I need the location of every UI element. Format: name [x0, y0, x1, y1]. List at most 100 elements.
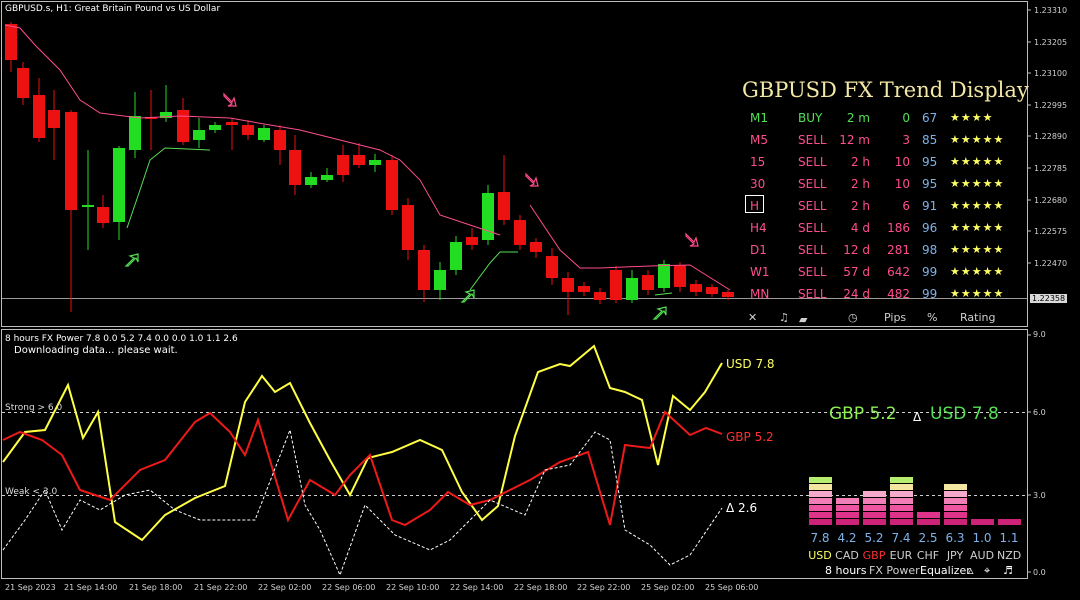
trend-pips: 0	[902, 111, 910, 125]
price-tick-label: 1.22785	[1034, 164, 1068, 173]
currency-value: 1.0	[972, 531, 992, 545]
candle-body	[706, 287, 718, 294]
trend-stars: ★★★★★	[950, 177, 1005, 190]
price-tick-label: 1.22890	[1034, 132, 1068, 141]
trend-signal: SELL	[798, 243, 827, 257]
candle-body	[418, 250, 430, 290]
equalizer-segment	[809, 498, 832, 504]
power-tick-label: 0.0	[1033, 568, 1046, 577]
trend-signal: SELL	[798, 221, 827, 235]
time-tick-label: 21 Sep 2023	[5, 583, 56, 592]
trend-pips: 186	[887, 221, 910, 235]
clock-icon[interactable]: ◷	[848, 311, 858, 324]
equalizer-label[interactable]: Equalizer	[920, 564, 971, 577]
equalizer-segment	[890, 491, 913, 497]
trend-age: 4 d	[850, 221, 870, 235]
candle-body	[82, 205, 94, 207]
candle-body	[562, 278, 574, 292]
trend-stars: ★★★★★	[950, 265, 1005, 278]
currency-name: CAD	[835, 549, 859, 562]
equalizer-segment	[863, 519, 886, 525]
time-tick-label: 25 Sep 02:00	[641, 583, 695, 592]
currency-value: 1.1	[999, 531, 1019, 545]
currency-name: AUD	[970, 549, 995, 562]
trend-row: M1 BUY 2 m 0 67 ★★★★	[742, 111, 1027, 133]
equalizer-segment	[809, 477, 832, 483]
trend-timeframe: MN	[750, 287, 770, 301]
rating-header: Rating	[960, 311, 996, 324]
selected-timeframe-box[interactable]	[745, 195, 764, 213]
candle-body	[658, 264, 670, 288]
candle-body	[450, 242, 462, 270]
buy-arrow-icon	[124, 253, 139, 267]
equalizer-segment	[890, 498, 913, 504]
trend-percent: 98	[922, 243, 938, 257]
sell-arrow-icon	[685, 232, 699, 247]
candle-body	[209, 125, 221, 130]
equalizer-segment	[809, 484, 832, 490]
music-icon[interactable]: ♫	[779, 311, 789, 324]
currency-name: USD	[808, 549, 832, 562]
sell-arrow-icon	[525, 172, 539, 187]
trend-signal: SELL	[798, 177, 827, 191]
trend-row: M5 SELL 12 m 3 85 ★★★★★	[742, 133, 1027, 155]
trend-percent: 67	[922, 111, 938, 125]
trend-timeframe: M5	[750, 133, 768, 147]
candle-body	[386, 160, 398, 210]
crosshair-icon[interactable]: ⌖	[984, 564, 990, 578]
trend-row: 30 SELL 2 h 10 95 ★★★★★	[742, 177, 1027, 199]
trend-age: 2 h	[850, 199, 870, 213]
price-tick-label: 1.22470	[1034, 259, 1068, 268]
close-icon[interactable]: ✕	[748, 311, 757, 324]
currency-value: 5.2	[864, 531, 884, 545]
power-tick-label: 3.0	[1033, 491, 1046, 500]
strong-level-label: Strong > 6.0	[5, 403, 63, 413]
period-label[interactable]: 8 hours	[825, 564, 866, 577]
equalizer-segment	[971, 519, 994, 525]
trend-signal: SELL	[798, 287, 827, 301]
status-text: Downloading data... please wait.	[14, 345, 178, 356]
time-tick-label: 21 Sep 18:00	[129, 583, 183, 592]
music-note-icon[interactable]: ♬	[1003, 564, 1013, 577]
candle-body	[321, 175, 333, 180]
price-tick-label: 1.22575	[1034, 227, 1068, 236]
trend-percent: 85	[922, 133, 938, 147]
trend-percent: 95	[922, 177, 938, 191]
equalizer-segment	[890, 519, 913, 525]
equalizer-segment	[998, 519, 1021, 525]
equalizer-segment	[944, 484, 967, 490]
support-line	[654, 292, 673, 296]
weak-level-label: Weak < 3.0	[5, 487, 58, 497]
line-tool-icon[interactable]: ▰	[799, 313, 807, 326]
time-tick-label: 22 Sep 18:00	[514, 583, 568, 592]
trend-signal: BUY	[798, 111, 823, 125]
trend-timeframe: 15	[750, 155, 766, 169]
trend-percent: 95	[922, 155, 938, 169]
headline-gbp: GBP 5.2	[829, 404, 897, 424]
currency-value: 7.4	[891, 531, 911, 545]
candle-body	[177, 110, 189, 142]
candle-body	[305, 177, 317, 185]
candle-body	[610, 270, 622, 300]
indicator-name: FX Power	[869, 564, 920, 577]
currency-value: 6.3	[945, 531, 965, 545]
price-tick-label: 1.23310	[1034, 6, 1068, 15]
equalizer-segment	[890, 512, 913, 518]
currency-name: NZD	[997, 549, 1022, 562]
currency-name: JPY	[946, 549, 964, 562]
candle-body	[97, 207, 109, 223]
delta-line-label: Δ 2.6	[726, 501, 758, 515]
trend-percent: 99	[922, 287, 938, 301]
equalizer-segment	[944, 519, 967, 525]
candle-body	[626, 278, 638, 300]
equalizer-segment	[809, 491, 832, 497]
time-tick-label: 21 Sep 14:00	[64, 583, 118, 592]
headline-usd: USD 7.8	[930, 404, 999, 424]
candle-body	[226, 122, 238, 125]
equalizer-segment	[944, 491, 967, 497]
equalizer-segment	[890, 477, 913, 483]
triangle-icon[interactable]: ▵	[968, 564, 974, 577]
candle-body	[434, 270, 446, 290]
candle-body	[242, 125, 254, 135]
price-tick-label: 1.22995	[1034, 101, 1068, 110]
